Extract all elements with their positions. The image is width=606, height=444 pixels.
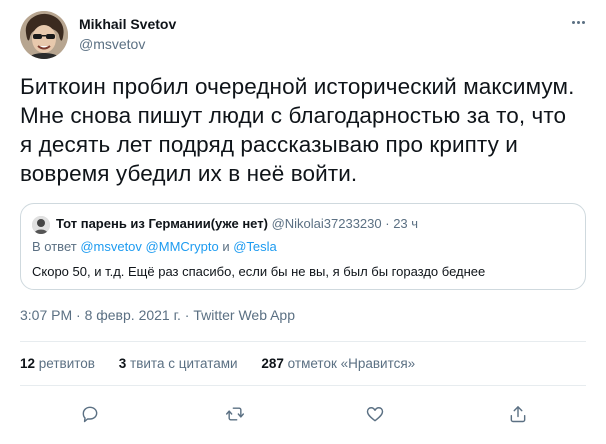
tweet-text-line: Мне снова пишут люди с благодарностью за… [20, 103, 567, 128]
heart-icon[interactable] [363, 402, 387, 426]
share-icon[interactable] [506, 402, 530, 426]
likes-stat[interactable]: 287 отметок «Нравится» [261, 356, 415, 371]
tweet-text: Биткоин пробил очередной исторический ма… [20, 72, 595, 188]
author-handle[interactable]: @msvetov [79, 36, 145, 52]
retweets-label: ретвитов [38, 356, 95, 371]
quoted-tweet[interactable]: Тот парень из Германии(уже нет) @Nikolai… [20, 203, 586, 290]
divider [20, 385, 586, 386]
author-avatar[interactable] [20, 11, 68, 59]
likes-label: отметок «Нравится» [287, 356, 416, 371]
quotes-label: твита с цитатами [130, 356, 238, 371]
reply-mention[interactable]: @Tesla [233, 239, 277, 254]
more-horizontal-icon[interactable] [566, 14, 590, 30]
retweet-icon[interactable] [223, 402, 247, 426]
tweet-text-line: вовремя убедил их в неё войти. [20, 161, 358, 186]
reply-mention[interactable]: @MMCrypto [146, 239, 219, 254]
reply-mention[interactable]: @msvetov [80, 239, 142, 254]
quote-reply-context: В ответ @msvetov @MMCrypto и @Tesla [32, 239, 277, 254]
quote-header: Тот парень из Германии(уже нет) @Nikolai… [56, 216, 418, 231]
tweet-timestamp[interactable]: 3:07 PM · 8 февр. 2021 г. · Twitter Web … [20, 307, 295, 323]
tweet-text-line: Биткоин пробил очередной исторический ма… [20, 74, 575, 99]
reply-prefix: В ответ [32, 239, 81, 254]
quote-separator: · [381, 216, 394, 231]
quote-author-avatar [32, 216, 50, 234]
author-name[interactable]: Mikhail Svetov [79, 16, 176, 32]
tweet-card: Mikhail Svetov @msvetov Биткоин пробил о… [0, 0, 606, 444]
tweet-actions [0, 398, 606, 428]
quote-author-name: Тот парень из Германии(уже нет) [56, 216, 268, 231]
reply-bubble-icon[interactable] [78, 402, 102, 426]
retweets-count: 12 [20, 356, 36, 371]
quotes-stat[interactable]: 3 твита с цитатами [119, 356, 238, 371]
quote-text: Скоро 50, и т.д. Ещё раз спасибо, если б… [32, 264, 486, 279]
tweet-stats: 12 ретвитов 3 твита с цитатами 287 отмет… [20, 356, 435, 371]
quote-author-handle: @Nikolai37233230 [271, 216, 382, 231]
quote-time: 23 ч [393, 216, 419, 231]
likes-count: 287 [261, 356, 284, 371]
reply-and: и [218, 239, 234, 254]
quotes-count: 3 [118, 356, 127, 371]
tweet-text-line: я десять лет подряд рассказываю про крип… [20, 132, 518, 157]
retweets-stat[interactable]: 12 ретвитов [20, 356, 95, 371]
divider [20, 341, 586, 342]
